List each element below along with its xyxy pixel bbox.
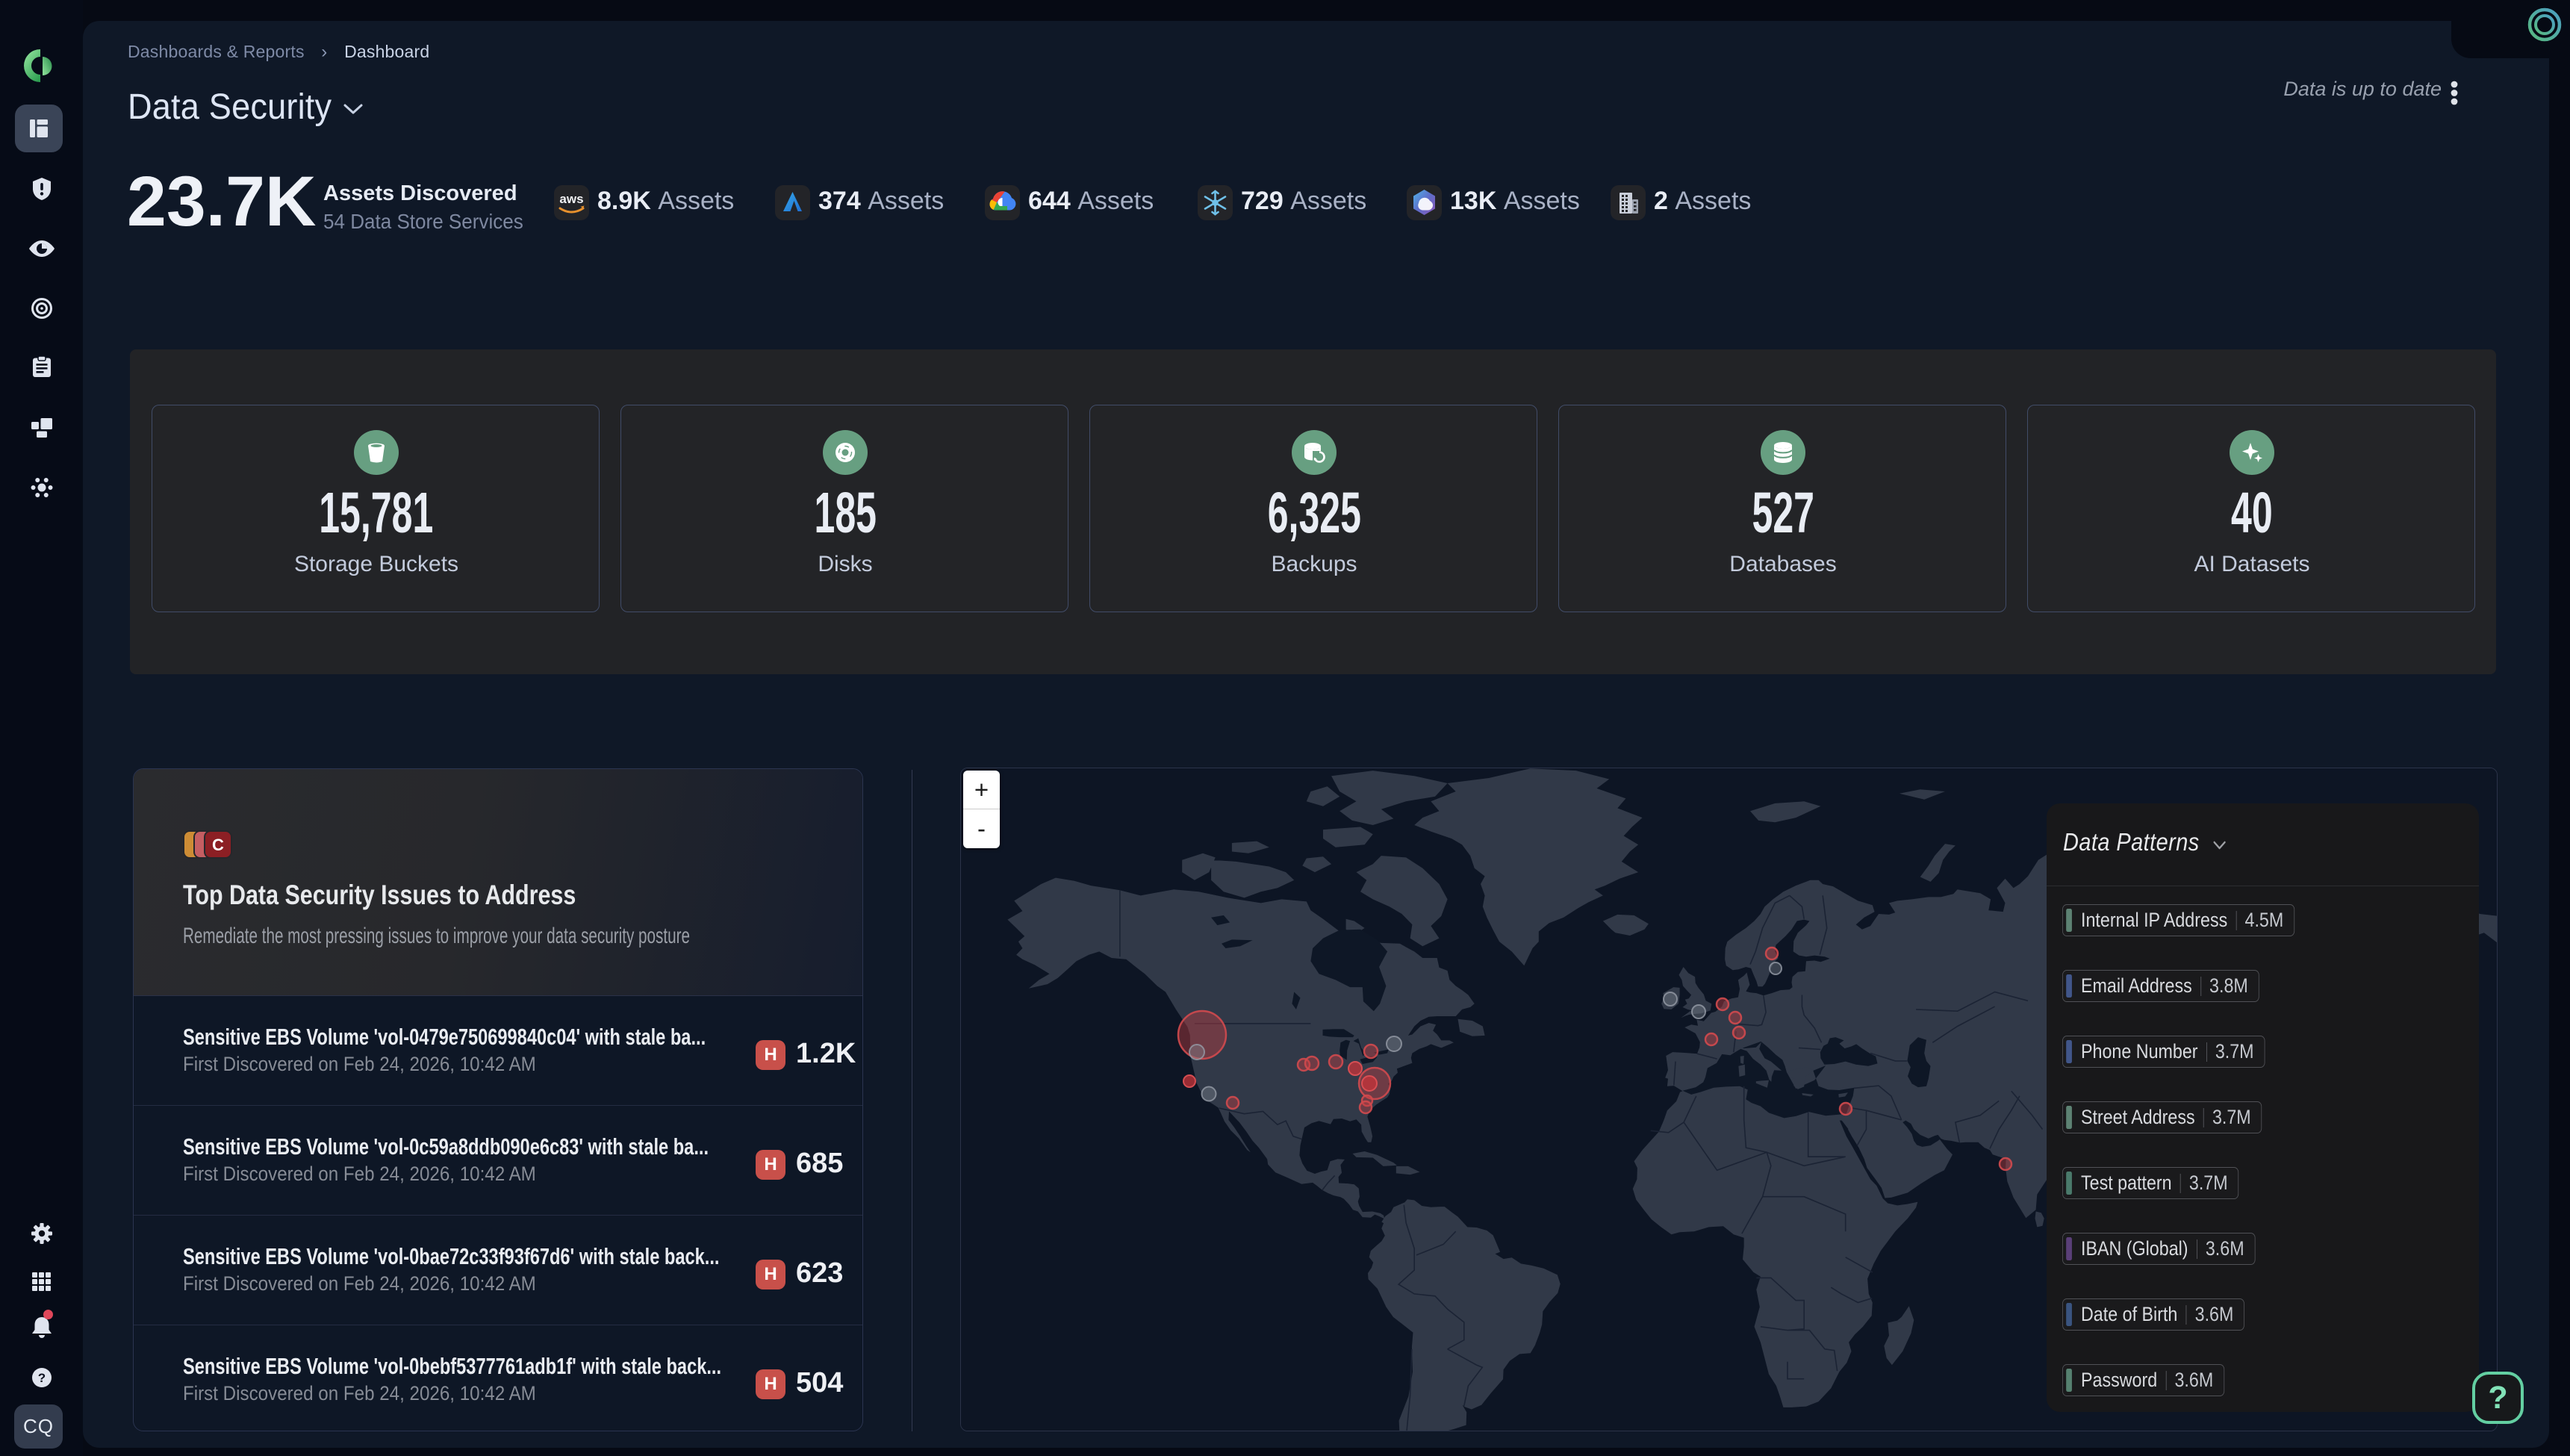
svg-text:?: ? bbox=[37, 1371, 45, 1385]
svg-text:aws: aws bbox=[559, 192, 583, 206]
